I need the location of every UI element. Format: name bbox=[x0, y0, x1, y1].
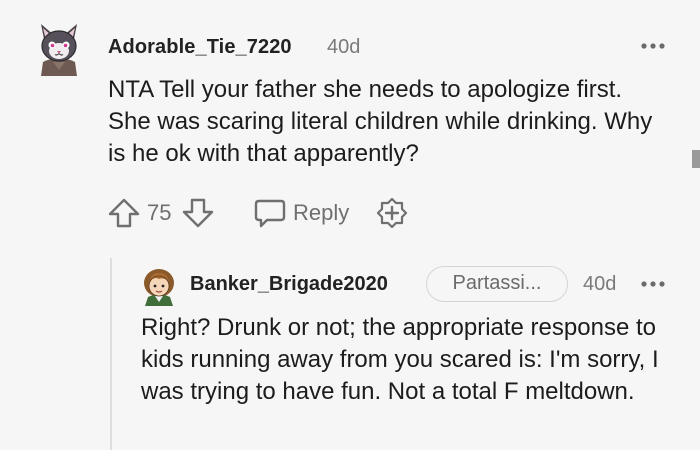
more-dots-icon[interactable] bbox=[638, 36, 668, 56]
thread-line[interactable] bbox=[110, 258, 112, 450]
reply-username[interactable]: Banker_Brigade2020 bbox=[190, 273, 388, 296]
more-dots-icon[interactable] bbox=[638, 274, 668, 294]
scrollbar-thumb[interactable] bbox=[692, 150, 700, 168]
cat-avatar-icon[interactable] bbox=[33, 18, 85, 76]
cartoon-avatar-icon[interactable] bbox=[140, 266, 178, 306]
chat-bubble-icon bbox=[253, 197, 287, 229]
vote-count: 75 bbox=[147, 200, 172, 225]
comment-username[interactable]: Adorable_Tie_7220 bbox=[108, 36, 292, 59]
reply-label: Reply bbox=[293, 200, 350, 225]
award-plus-icon[interactable] bbox=[375, 196, 409, 230]
reply-button[interactable]: Reply bbox=[253, 196, 349, 230]
reply-body: Right? Drunk or not; the appropriate res… bbox=[141, 314, 659, 405]
comment-age: 40d bbox=[327, 36, 361, 58]
user-flair-badge[interactable]: Partassi... bbox=[426, 266, 568, 302]
comment-body: NTA Tell your father she needs to apolog… bbox=[108, 76, 653, 167]
reply-age: 40d bbox=[583, 273, 617, 295]
downvote-arrow-icon[interactable] bbox=[181, 196, 215, 230]
upvote-arrow-icon[interactable] bbox=[107, 196, 141, 230]
